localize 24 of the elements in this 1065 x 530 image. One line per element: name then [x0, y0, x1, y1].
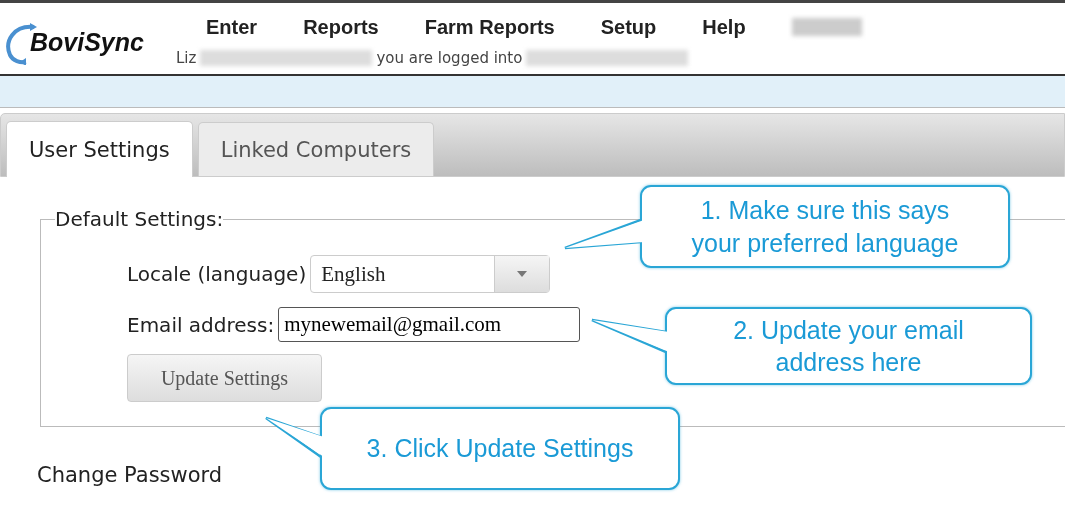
login-text: you are logged into: [376, 49, 523, 67]
user-name: Liz: [176, 49, 197, 67]
callout: 1. Make sure this says your preferred language: [640, 185, 1010, 268]
callout: 3. Click Update Settings: [320, 407, 680, 490]
menu-item[interactable]: Help: [702, 15, 746, 39]
redaction-blur[interactable]: [526, 50, 689, 66]
language-dropdown[interactable]: English: [310, 255, 551, 293]
tab[interactable]: Linked Computers: [197, 122, 435, 176]
update-settings-button[interactable]: Update Settings: [127, 354, 322, 402]
logo-text[interactable]: BoviSync: [30, 28, 144, 57]
locale-label: Locale (language): [127, 262, 307, 286]
tab[interactable]: User Settings: [6, 121, 193, 177]
email-label: Email address:: [127, 312, 275, 337]
menu-item[interactable]: Setup: [600, 15, 657, 39]
email-field[interactable]: mynewemail@gmail.com: [278, 307, 581, 342]
menu-item[interactable]: Enter: [206, 15, 258, 39]
redaction-blur: [791, 18, 862, 36]
menu-item[interactable]: Reports: [303, 15, 379, 39]
callout: 2. Update your email address here: [665, 307, 1032, 385]
menu-item[interactable]: Farm Reports: [424, 15, 555, 39]
callout-tail: [264, 416, 324, 458]
caret-icon: [517, 271, 528, 277]
change-password-heading[interactable]: Change Password: [37, 463, 223, 487]
section-title: Default Settings:: [55, 207, 224, 231]
